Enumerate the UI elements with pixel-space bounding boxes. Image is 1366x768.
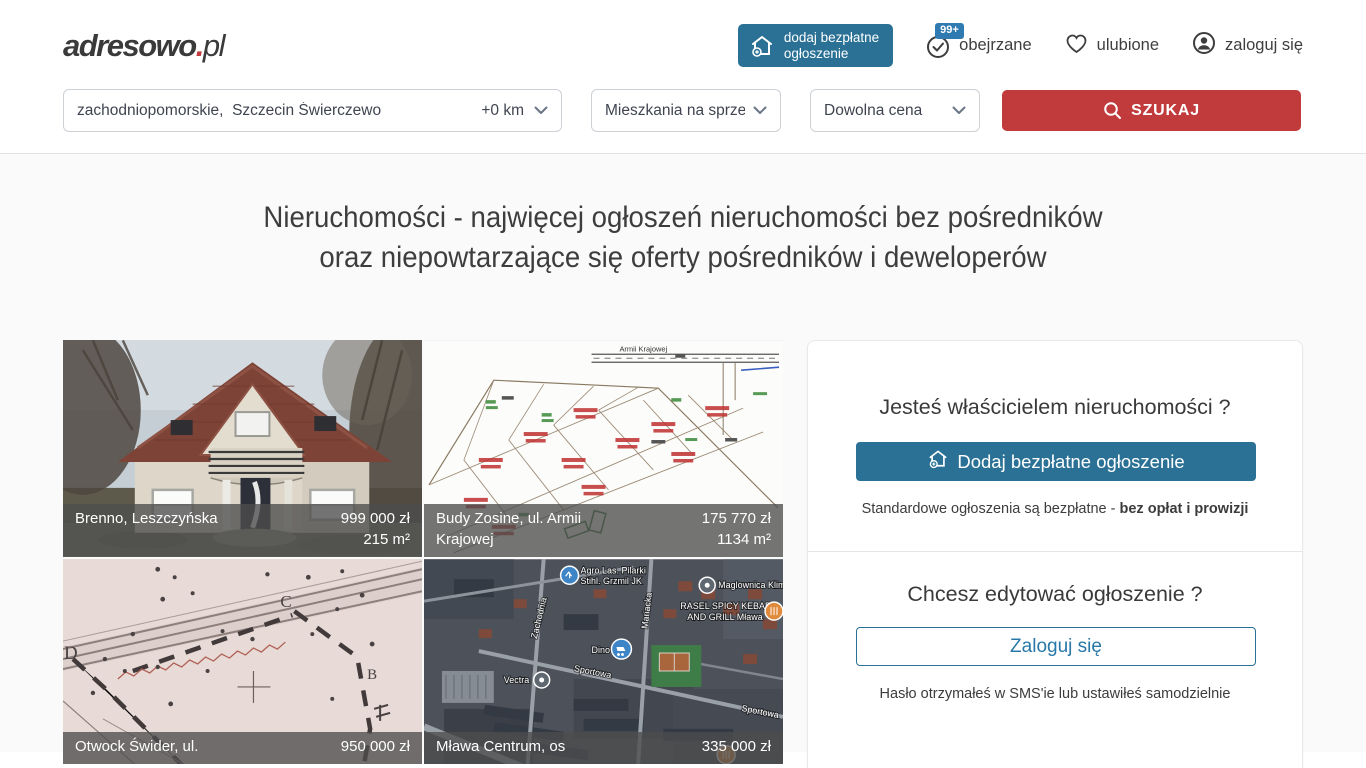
main-content: Nieruchomości - najwięcej ogłoszeń nieru… [0, 154, 1366, 752]
radius-dropdown[interactable]: +0 km [481, 102, 548, 120]
favorites-link[interactable]: ulubione [1064, 31, 1159, 61]
search-button[interactable]: SZUKAJ [1002, 90, 1301, 131]
listing-name: Budy Zosine, ul. Armii [436, 508, 581, 529]
check-circle-icon: 99+ [925, 33, 951, 59]
user-icon [1191, 30, 1217, 61]
listing-card-mlawa[interactable]: Agro Las. Pilarki Stihl. Grzmil JK Maglo… [424, 559, 783, 764]
heart-icon [1064, 31, 1089, 61]
sketch-letter-c: C [280, 592, 291, 611]
map-label-agro-1: Agro Las. Pilarki [581, 565, 646, 575]
listing-price: 999 000 zł [341, 508, 410, 529]
listing-price: 335 000 zł [702, 736, 771, 757]
owner-panel: Jesteś właścicielem nieruchomości ? Doda… [808, 341, 1302, 551]
viewed-label: obejrzane [959, 36, 1031, 55]
owner-panel-title: Jesteś właścicielem nieruchomości ? [856, 395, 1254, 420]
page-title-line1: Nieruchomości - najwięcej ogłoszeń nieru… [263, 201, 1102, 234]
page-title: Nieruchomości - najwięcej ogłoszeń nieru… [55, 154, 1312, 278]
listing-caption: Brenno, Leszczyńska 999 000 zł 215 m² [63, 504, 422, 557]
location-input[interactable]: zachodniopomorskie, Szczecin Świerczewo … [63, 89, 562, 132]
listing-card-otwock[interactable]: C B D Otwock Św [63, 559, 422, 764]
owner-note-bold: bez opłat i prowizji [1120, 501, 1249, 517]
sidebar-add-listing-button[interactable]: Dodaj bezpłatne ogłoszenie [856, 442, 1256, 481]
edit-panel-note: Hasło otrzymałeś w SMS'ie lub ustawiłeś … [856, 686, 1254, 702]
sketch-letter-b: B [367, 667, 377, 683]
listing-area: 1134 m² [717, 529, 771, 550]
listing-price: 950 000 zł [341, 736, 410, 757]
listing-caption: Mława Centrum, os 335 000 zł [424, 732, 783, 764]
listing-card-budy-zosine[interactable]: Armii Krajowej [424, 340, 783, 557]
search-button-label: SZUKAJ [1131, 102, 1200, 120]
house-plus-icon [927, 448, 949, 475]
search-bar: zachodniopomorskie, Szczecin Świerczewo … [63, 89, 1303, 132]
sketch-letter-d: D [64, 643, 78, 664]
logo-brand: adresowo [63, 28, 196, 63]
owner-panel-note: Standardowe ogłoszenia są bezpłatne - be… [856, 501, 1254, 517]
map-label-kebab-2: AND GRILL Mława [687, 612, 762, 622]
listing-name-line2: Krajowej [436, 529, 494, 550]
chevron-down-icon [753, 106, 767, 115]
login-label: zaloguj się [1225, 36, 1303, 55]
add-listing-label-line2: ogłoszenie [784, 46, 849, 61]
chevron-down-icon [952, 106, 966, 115]
map-label-agro-2: Stihl. Grzmil JK [581, 576, 642, 586]
edit-panel-title: Chcesz edytować ogłoszenie ? [856, 582, 1254, 607]
listing-caption: Budy Zosine, ul. Armii 175 770 zł Krajow… [424, 504, 783, 557]
listing-price: 175 770 zł [702, 508, 771, 529]
listing-name: Otwock Świder, ul. [75, 736, 198, 757]
search-icon [1103, 101, 1122, 120]
viewed-link[interactable]: 99+ obejrzane [925, 33, 1031, 59]
page-title-line2: oraz niepowtarzające się oferty pośredni… [319, 241, 1046, 274]
category-value: Mieszkania na sprzedaż [605, 102, 745, 120]
listing-caption: Otwock Świder, ul. 950 000 zł [63, 732, 422, 764]
add-listing-button[interactable]: dodaj bezpłatne ogłoszenie [738, 24, 893, 67]
map-label-dino: Dino [592, 645, 610, 655]
listing-name: Mława Centrum, os [436, 736, 565, 757]
sidebar-login-button[interactable]: Zaloguj się [856, 627, 1256, 666]
listing-area: 215 m² [363, 529, 410, 550]
listing-name: Brenno, Leszczyńska [75, 508, 218, 529]
listings-grid: Brenno, Leszczyńska 999 000 zł 215 m² Ar… [63, 340, 783, 768]
viewed-count-badge: 99+ [935, 23, 964, 39]
location-value: zachodniopomorskie, Szczecin Świerczewo [77, 102, 381, 120]
login-link[interactable]: zaloguj się [1191, 30, 1303, 61]
price-value: Dowolna cena [824, 102, 922, 120]
map-label-maglownica: Maglownica Klimek [718, 580, 783, 590]
radius-value: +0 km [481, 102, 524, 120]
sidebar-add-listing-label: Dodaj bezpłatne ogłoszenie [957, 451, 1184, 473]
map-label-vectra: Vectra [504, 675, 529, 685]
add-listing-label-line1: dodaj bezpłatne [784, 30, 879, 45]
logo-dot: . [196, 28, 203, 63]
sidebar: Jesteś właścicielem nieruchomości ? Doda… [807, 340, 1303, 768]
house-plus-icon [749, 33, 775, 59]
edit-panel: Chcesz edytować ogłoszenie ? Zaloguj się… [808, 551, 1302, 768]
header: adresowo.pl dodaj bezpłatne ogłoszenie [0, 0, 1366, 154]
price-select[interactable]: Dowolna cena [810, 89, 980, 132]
map-label-kebab-1: RASEL SPICY KEBAB [680, 601, 771, 611]
plan-road-label: Armii Krajowej [619, 344, 667, 353]
chevron-down-icon [534, 106, 548, 115]
favorites-label: ulubione [1097, 36, 1159, 55]
category-select[interactable]: Mieszkania na sprzedaż [591, 89, 781, 132]
logo-tld: pl [203, 28, 224, 63]
listing-card-brenno[interactable]: Brenno, Leszczyńska 999 000 zł 215 m² [63, 340, 422, 557]
site-logo[interactable]: adresowo.pl [63, 28, 224, 64]
